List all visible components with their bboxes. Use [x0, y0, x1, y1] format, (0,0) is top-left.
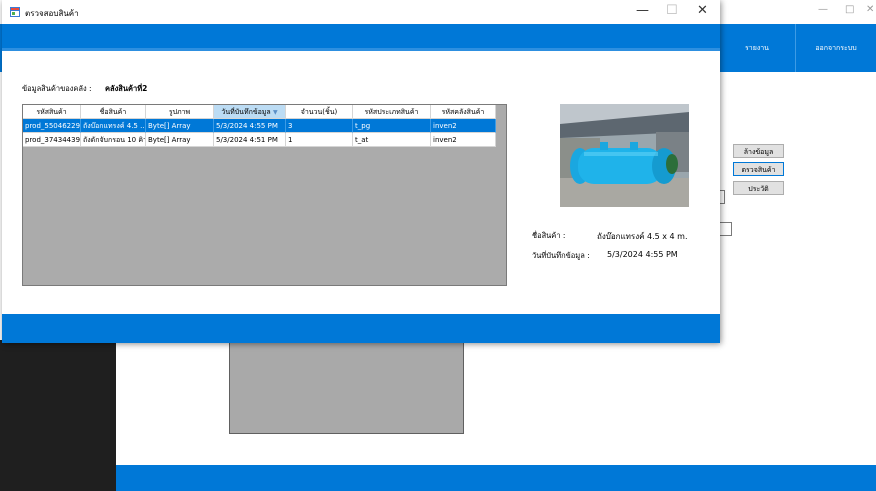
- cell-product-id[interactable]: prod_37434439: [23, 133, 81, 147]
- cell-product-name[interactable]: ถังบ๊อกแทรงค์ 4.5 ...: [81, 119, 146, 133]
- maximize-button[interactable]: ☐: [666, 3, 678, 18]
- saved-date-value: 5/3/2024 4:55 PM: [607, 250, 678, 259]
- check-product-button[interactable]: ตรวจสินค้า: [733, 162, 784, 176]
- column-header-saved-date[interactable]: วันที่บันทึกข้อมูล ▼: [214, 105, 286, 119]
- cell-product-name[interactable]: ถังดักจับกรอน 10 คิว: [81, 133, 146, 147]
- cell-quantity[interactable]: 3: [286, 119, 353, 133]
- column-header-label: รหัสสินค้า: [36, 108, 67, 116]
- cell-image[interactable]: Byte[] Array: [146, 133, 214, 147]
- main-image-box: [229, 338, 464, 434]
- column-header-image[interactable]: รูปภาพ: [146, 105, 214, 119]
- cell-quantity[interactable]: 1: [286, 133, 353, 147]
- main-minimize-button[interactable]: —: [818, 4, 828, 15]
- column-header-label: รหัสคลังสินค้า: [441, 108, 485, 116]
- column-header-product-id[interactable]: รหัสสินค้า: [23, 105, 81, 119]
- dialog-header-band-edge: [2, 48, 720, 51]
- sort-descending-icon: ▼: [272, 109, 278, 116]
- history-button[interactable]: ประวัติ: [733, 181, 784, 195]
- column-header-label: จำนวน(ชิ้น): [300, 108, 338, 116]
- close-button[interactable]: ✕: [697, 3, 708, 18]
- cell-warehouse-id[interactable]: inven2: [431, 133, 496, 147]
- product-grid[interactable]: รหัสสินค้า ชื่อสินค้า รูปภาพ วันที่บันทึ…: [22, 104, 507, 286]
- column-header-product-name[interactable]: ชื่อสินค้า: [81, 105, 146, 119]
- grid-header-row: รหัสสินค้า ชื่อสินค้า รูปภาพ วันที่บันทึ…: [23, 105, 496, 119]
- column-header-label: ชื่อสินค้า: [99, 108, 127, 116]
- main-left-panel: [0, 340, 116, 491]
- column-header-quantity[interactable]: จำนวน(ชิ้น): [286, 105, 353, 119]
- cell-category-id[interactable]: t_at: [353, 133, 431, 147]
- cell-saved-date[interactable]: 5/3/2024 4:55 PM: [214, 119, 286, 133]
- warehouse-value: คลังสินค้าที่2: [105, 84, 148, 93]
- warehouse-label: ข้อมูลสินค้าของคลัง :: [22, 84, 92, 93]
- column-header-warehouse-id[interactable]: รหัสคลังสินค้า: [431, 105, 496, 119]
- dialog-footer-band: [2, 314, 720, 343]
- minimize-button[interactable]: —: [636, 3, 649, 18]
- nav-logout-button[interactable]: ออกจากระบบ: [795, 24, 876, 72]
- product-name-label: ชื่อสินค้า :: [532, 231, 566, 240]
- product-photo: [560, 104, 689, 207]
- column-header-category-id[interactable]: รหัสประเภทสินค้า: [353, 105, 431, 119]
- cell-product-id[interactable]: prod_55046229: [23, 119, 81, 133]
- saved-date-label: วันที่บันทึกข้อมูล :: [532, 251, 590, 260]
- dialog-header-band: [2, 24, 720, 48]
- column-header-label: รูปภาพ: [168, 108, 191, 116]
- table-row[interactable]: prod_55046229 ถังบ๊อกแทรงค์ 4.5 ... Byte…: [23, 119, 496, 133]
- cell-saved-date[interactable]: 5/3/2024 4:51 PM: [214, 133, 286, 147]
- main-maximize-button[interactable]: □: [845, 4, 854, 15]
- cell-warehouse-id[interactable]: inven2: [431, 119, 496, 133]
- check-product-dialog: ตรวจสอบสินค้า — ☐ ✕ ข้อมูลสินค้าของคลัง …: [2, 0, 720, 343]
- main-close-button[interactable]: ✕: [866, 4, 874, 15]
- table-row[interactable]: prod_37434439 ถังดักจับกรอน 10 คิว Byte[…: [23, 133, 496, 147]
- product-name-value: ถังบ๊อกแทรงค์ 4.5 x 4 m.: [597, 232, 688, 241]
- dialog-titlebar: ตรวจสอบสินค้า — ☐ ✕: [2, 0, 720, 24]
- cell-image[interactable]: Byte[] Array: [146, 119, 214, 133]
- dialog-title: ตรวจสอบสินค้า: [25, 9, 79, 18]
- nav-report-button[interactable]: รายงาน: [718, 24, 795, 72]
- main-bottom-band: [116, 465, 876, 491]
- column-header-label: วันที่บันทึกข้อมูล: [221, 108, 271, 116]
- column-header-label: รหัสประเภทสินค้า: [364, 108, 419, 116]
- app-window-icon: [10, 7, 20, 17]
- clear-data-button[interactable]: ล้างข้อมูล: [733, 144, 784, 158]
- cell-category-id[interactable]: t_pg: [353, 119, 431, 133]
- main-input-field-2[interactable]: [718, 222, 732, 236]
